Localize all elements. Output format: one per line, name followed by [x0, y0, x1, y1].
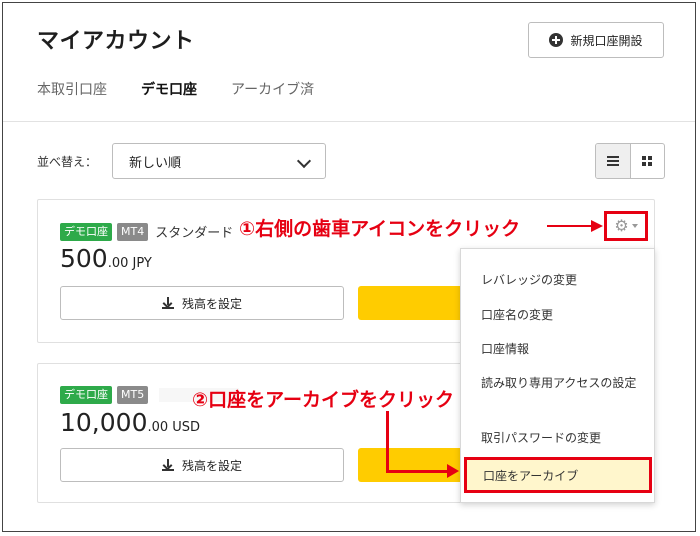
annotation-step1: ①右側の歯車アイコンをクリック [239, 218, 521, 240]
account-tabs: 本取引口座 デモ口座 アーカイブ済 [37, 79, 348, 99]
account-balance: 10,000.00 USD [60, 408, 200, 437]
set-balance-label: 残高を設定 [181, 458, 242, 473]
account-badges: デモ口座 MT4 スタンダード [60, 222, 233, 241]
sort-select[interactable]: 新しい順 [112, 143, 326, 179]
list-icon [606, 156, 619, 166]
account-name: スタンダード [155, 226, 234, 241]
download-icon [161, 297, 174, 309]
page-title: マイアカウント [37, 29, 195, 54]
sort-label: 並べ替え： [37, 155, 98, 169]
menu-item-archive-account[interactable]: 口座をアーカイブ [464, 457, 652, 493]
list-view-button[interactable] [596, 144, 631, 178]
gear-icon: ⚙ [614, 216, 629, 235]
tab-live-accounts[interactable]: 本取引口座 [37, 79, 107, 99]
account-page: マイアカウント 新規口座開設 本取引口座 デモ口座 アーカイブ済 並べ替え： 新… [2, 2, 696, 532]
balance-integer: 10,000 [60, 408, 148, 437]
platform-badge: MT4 [117, 222, 149, 241]
trade-button[interactable] [358, 286, 468, 320]
grid-icon [642, 156, 653, 166]
account-balance: 500.00 JPY [60, 244, 152, 273]
sort-selected-value: 新しい順 [129, 155, 182, 171]
archive-account-label: 口座をアーカイブ [483, 468, 579, 483]
annotation-arrow-1-head [591, 220, 603, 232]
menu-item-read-only-access[interactable]: 読み取り専用アクセスの設定 [481, 373, 641, 393]
set-balance-button[interactable]: 残高を設定 [60, 286, 344, 320]
annotation-arrow-2-head [447, 464, 459, 478]
grid-view-button[interactable] [631, 144, 665, 178]
annotation-arrow-1 [547, 225, 593, 227]
caret-down-icon [631, 224, 638, 228]
new-account-label: 新規口座開設 [570, 33, 643, 48]
balance-integer: 500 [60, 244, 108, 273]
platform-badge: MT5 [117, 386, 149, 404]
account-settings-button[interactable]: ⚙ [604, 211, 648, 241]
plus-circle-icon [549, 33, 564, 47]
menu-item-change-leverage[interactable]: レバレッジの変更 [481, 270, 641, 290]
annotation-arrow-2-horizontal [386, 470, 448, 473]
demo-badge: デモ口座 [60, 386, 112, 404]
annotation-arrow-2-vertical [386, 411, 389, 473]
menu-item-change-trading-password[interactable]: 取引パスワードの変更 [481, 428, 641, 448]
account-settings-menu: レバレッジの変更 口座名の変更 口座情報 読み取り専用アクセスの設定 取引パスワ… [460, 248, 655, 503]
balance-decimal-currency: .00 JPY [107, 256, 152, 271]
set-balance-label: 残高を設定 [181, 296, 242, 311]
menu-item-account-info[interactable]: 口座情報 [481, 339, 641, 359]
set-balance-button[interactable]: 残高を設定 [60, 448, 344, 482]
tab-demo-accounts[interactable]: デモ口座 [141, 79, 197, 99]
tabs-divider [3, 121, 695, 122]
tab-archived[interactable]: アーカイブ済 [231, 79, 314, 99]
balance-decimal-currency: .00 USD [147, 420, 201, 435]
demo-badge: デモ口座 [60, 222, 112, 241]
annotation-step2: ②口座をアーカイブをクリック [192, 389, 454, 411]
download-icon [161, 459, 174, 471]
chevron-down-icon [296, 153, 312, 169]
menu-item-rename-account[interactable]: 口座名の変更 [481, 305, 641, 325]
view-toggle [595, 143, 665, 179]
new-account-button[interactable]: 新規口座開設 [528, 22, 664, 58]
